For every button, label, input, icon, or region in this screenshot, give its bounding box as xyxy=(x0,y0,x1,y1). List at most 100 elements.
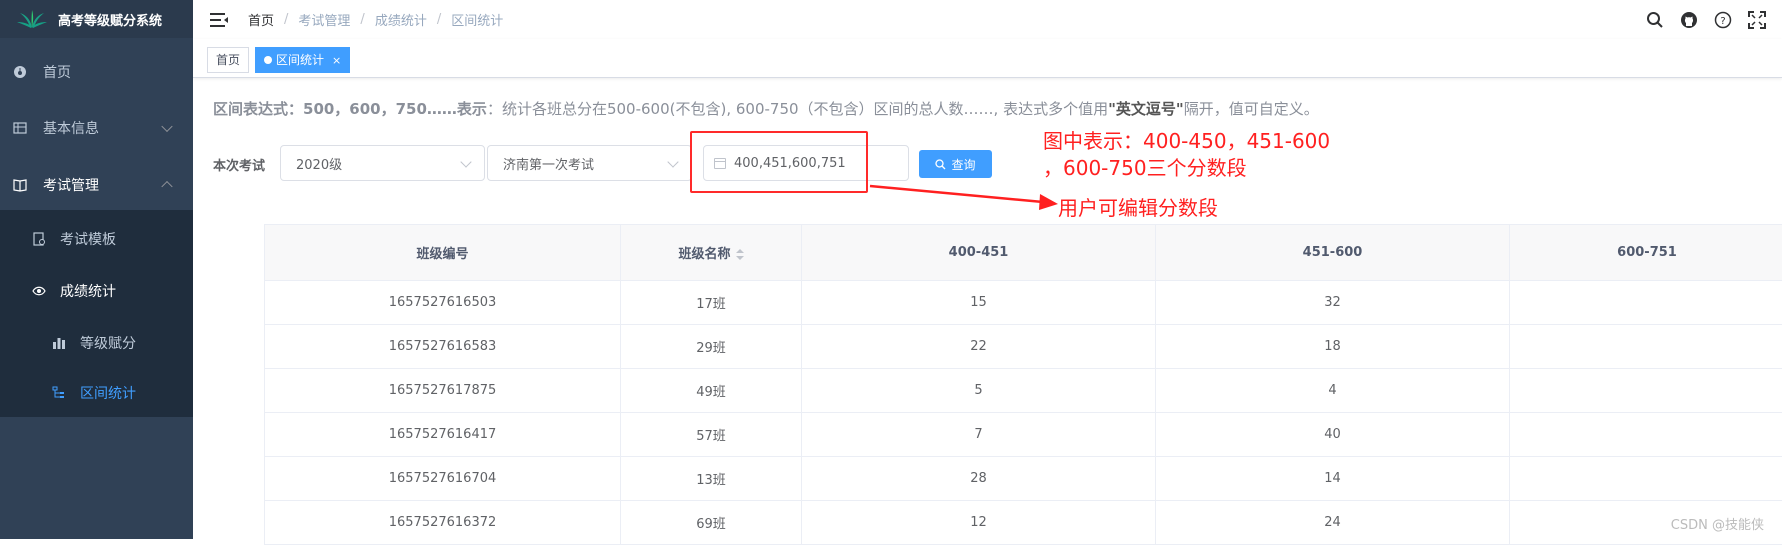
exam-label: 本次考试 xyxy=(213,155,265,174)
logo-icon xyxy=(16,9,48,29)
table-cell xyxy=(1510,369,1782,413)
tags-view: 首页 区间统计 × xyxy=(193,39,1782,78)
table-cell: 1657527616372 xyxy=(265,501,621,545)
chevron-down-icon xyxy=(460,156,471,167)
fullscreen-icon[interactable] xyxy=(1748,11,1766,29)
table-row: 1657527616503 17班 15 32 xyxy=(265,281,1782,325)
range-stats-table: 班级编号 班级名称 400-451 451-600 600-751 165752… xyxy=(264,224,1782,545)
table-cell: 57班 xyxy=(621,413,802,457)
watermark: CSDN @技能侠 xyxy=(1671,514,1764,533)
sidebar-item-grade-score[interactable]: 等级赋分 xyxy=(0,318,193,368)
table-cell: 29班 xyxy=(621,325,802,369)
grade-select-value: 2020级 xyxy=(296,154,342,173)
breadcrumb-item: 成绩统计 xyxy=(375,10,427,29)
column-header-range-3: 600-751 xyxy=(1510,225,1782,281)
search-icon[interactable] xyxy=(1646,11,1664,29)
breadcrumb-item[interactable]: 首页 xyxy=(248,10,274,29)
hint-tail: 隔开，值可自定义。 xyxy=(1184,100,1319,118)
sidebar-item-exam-management[interactable]: 考试管理 xyxy=(0,157,193,213)
table-cell xyxy=(1510,325,1782,369)
table-cell: 14 xyxy=(1156,457,1510,501)
table-cell: 1657527616583 xyxy=(265,325,621,369)
breadcrumb-separator: / xyxy=(437,12,441,27)
table-cell: 7 xyxy=(802,413,1156,457)
svg-text:?: ? xyxy=(1720,16,1725,27)
github-icon[interactable] xyxy=(1680,11,1698,29)
table-cell xyxy=(1510,281,1782,325)
document-icon xyxy=(32,232,46,246)
chevron-up-icon xyxy=(161,181,172,192)
grid-icon xyxy=(13,121,27,135)
sidebar-item-exam-template[interactable]: 考试模板 xyxy=(0,214,193,264)
sidebar-item-range-stats[interactable]: 区间统计 xyxy=(0,368,193,418)
sidebar-item-label: 区间统计 xyxy=(80,383,136,403)
app-logo[interactable]: 高考等级赋分系统 xyxy=(0,0,193,38)
breadcrumb-item: 区间统计 xyxy=(451,10,503,29)
column-header-label: 班级名称 xyxy=(678,247,730,262)
table-cell: 12 xyxy=(802,501,1156,545)
table-row: 1657527616417 57班 7 40 xyxy=(265,413,1782,457)
hamburger-icon[interactable] xyxy=(210,12,228,28)
sidebar-item-home[interactable]: 首页 xyxy=(0,44,193,100)
sidebar-item-score-stats[interactable]: 成绩统计 xyxy=(0,266,193,316)
query-button-label: 查询 xyxy=(951,156,975,173)
breadcrumb-separator: / xyxy=(360,12,364,27)
table-row: 1657527617875 49班 5 4 xyxy=(265,369,1782,413)
breadcrumb-item: 考试管理 xyxy=(298,10,350,29)
column-header-class-id: 班级编号 xyxy=(265,225,621,281)
sidebar-item-basic-info[interactable]: 基本信息 xyxy=(0,100,193,156)
book-icon xyxy=(13,178,27,192)
grade-select[interactable]: 2020级 xyxy=(280,145,485,181)
tree-icon xyxy=(52,386,66,400)
breadcrumb-separator: / xyxy=(284,12,288,27)
column-header-class-name[interactable]: 班级名称 xyxy=(621,225,802,281)
sidebar-item-label: 基本信息 xyxy=(43,118,99,138)
tag-label: 首页 xyxy=(216,53,240,67)
table-cell xyxy=(1510,413,1782,457)
table-cell: 15 xyxy=(802,281,1156,325)
table-row: 1657527616583 29班 22 18 xyxy=(265,325,1782,369)
help-icon[interactable]: ? xyxy=(1714,11,1732,29)
table-cell: 1657527616417 xyxy=(265,413,621,457)
tag-range-stats[interactable]: 区间统计 × xyxy=(255,47,350,73)
column-header-range-2: 451-600 xyxy=(1156,225,1510,281)
sidebar-item-label: 首页 xyxy=(43,62,71,82)
table-cell xyxy=(1510,457,1782,501)
table-cell: 1657527616503 xyxy=(265,281,621,325)
sidebar-item-label: 成绩统计 xyxy=(60,281,116,301)
tag-home[interactable]: 首页 xyxy=(207,47,249,73)
annotation-line: ，600-750三个分数段 xyxy=(1043,155,1330,182)
annotation-editable-note: 用户可编辑分数段 xyxy=(1058,192,1218,221)
navbar-actions: ? xyxy=(1646,0,1782,39)
table-cell: 69班 xyxy=(621,501,802,545)
close-icon[interactable]: × xyxy=(332,54,341,67)
hint-quote: "英文逗号" xyxy=(1108,100,1184,118)
table-cell: 17班 xyxy=(621,281,802,325)
table-cell: 49班 xyxy=(621,369,802,413)
sort-icon[interactable] xyxy=(736,249,744,261)
chevron-down-icon xyxy=(161,121,172,132)
table-cell: 13班 xyxy=(621,457,802,501)
exam-select[interactable]: 济南第一次考试 xyxy=(487,145,692,181)
table-cell: 22 xyxy=(802,325,1156,369)
query-button[interactable]: 查询 xyxy=(919,150,992,178)
sidebar-item-label: 考试管理 xyxy=(43,175,99,195)
table-row: 1657527616704 13班 28 14 xyxy=(265,457,1782,501)
sidebar-item-label: 等级赋分 xyxy=(80,333,136,353)
annotation-arrow-icon xyxy=(868,180,1068,220)
chevron-down-icon xyxy=(667,156,678,167)
tag-label: 区间统计 xyxy=(276,53,324,67)
dashboard-icon xyxy=(13,65,27,79)
search-icon xyxy=(935,159,946,170)
annotation-line: 图中表示：400-450，451-600 xyxy=(1043,128,1330,155)
annotation-text: 图中表示：400-450，451-600 ，600-750三个分数段 xyxy=(1043,128,1330,182)
table-cell: 40 xyxy=(1156,413,1510,457)
table-row: 1657527616372 69班 12 24 xyxy=(265,501,1782,545)
table-cell: 18 xyxy=(1156,325,1510,369)
sidebar: 高考等级赋分系统 首页 基本信息 考试管理 考试模板 成绩统计 等级赋分 区间统… xyxy=(0,0,193,539)
bar-chart-icon xyxy=(52,336,66,350)
active-dot-icon xyxy=(264,56,272,64)
table-cell: 28 xyxy=(802,457,1156,501)
breadcrumb: 首页 / 考试管理 / 成绩统计 / 区间统计 xyxy=(248,10,503,29)
hint-text: ：统计各班总分在500-600(不包含), 600-750（不包含）区间的总人数… xyxy=(487,100,1108,118)
